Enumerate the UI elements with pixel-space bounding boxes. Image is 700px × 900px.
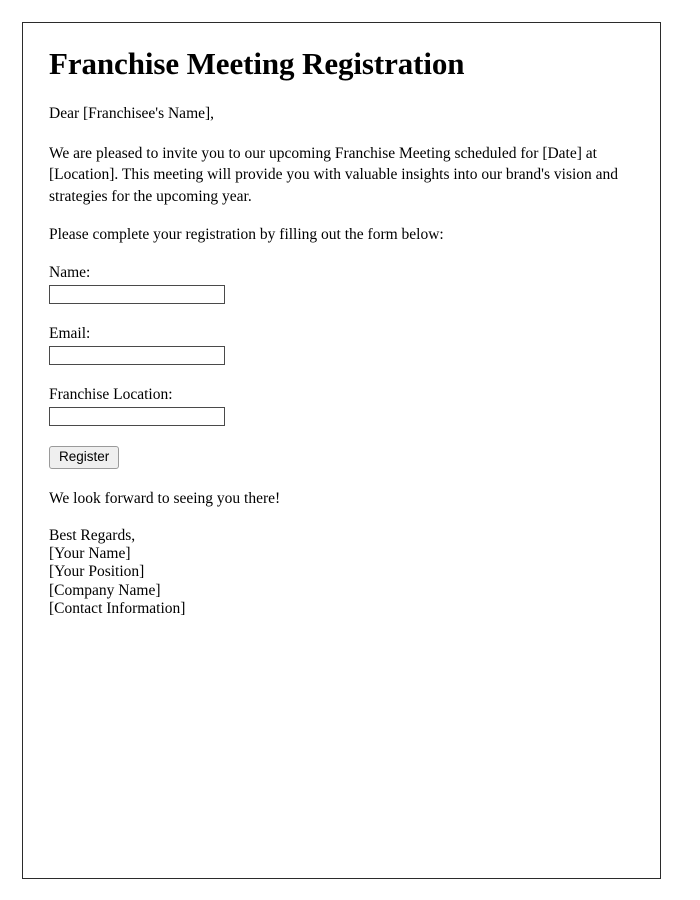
name-field-label: Name: [49,263,91,281]
signature-line: [Your Name] [49,545,131,563]
franchise-location-input[interactable] [49,407,225,427]
document-content: Franchise Meeting Registration Dear [Fra… [23,23,660,878]
page-title: Franchise Meeting Registration [49,46,465,81]
signature-line: [Contact Information] [49,600,186,618]
document-page: Franchise Meeting Registration Dear [Fra… [22,22,661,879]
email-field-label: Email: [49,324,91,342]
instruction-paragraph: Please complete your registration by fil… [49,226,444,244]
signature-line: [Company Name] [49,581,161,599]
signature-line: [Your Position] [49,563,145,581]
signature-block: Best Regards, [Your Name] [Your Position… [49,527,634,619]
field-group-email: Email: [49,324,634,365]
signature-line: Best Regards, [49,526,136,544]
closing-line: We look forward to seeing you there! [49,490,281,508]
name-input[interactable] [49,284,225,304]
field-group-franchise-location: Franchise Location: [49,385,634,427]
franchise-location-field-label: Franchise Location: [49,385,173,403]
register-button[interactable]: Register [49,446,120,470]
email-input[interactable] [49,345,225,365]
intro-paragraph: We are pleased to invite you to our upco… [49,145,619,205]
greeting-text: Dear [Franchisee's Name], [49,104,215,122]
registration-form: Name: Email: Franchise Location: Registe… [49,263,634,489]
field-group-name: Name: [49,263,634,304]
